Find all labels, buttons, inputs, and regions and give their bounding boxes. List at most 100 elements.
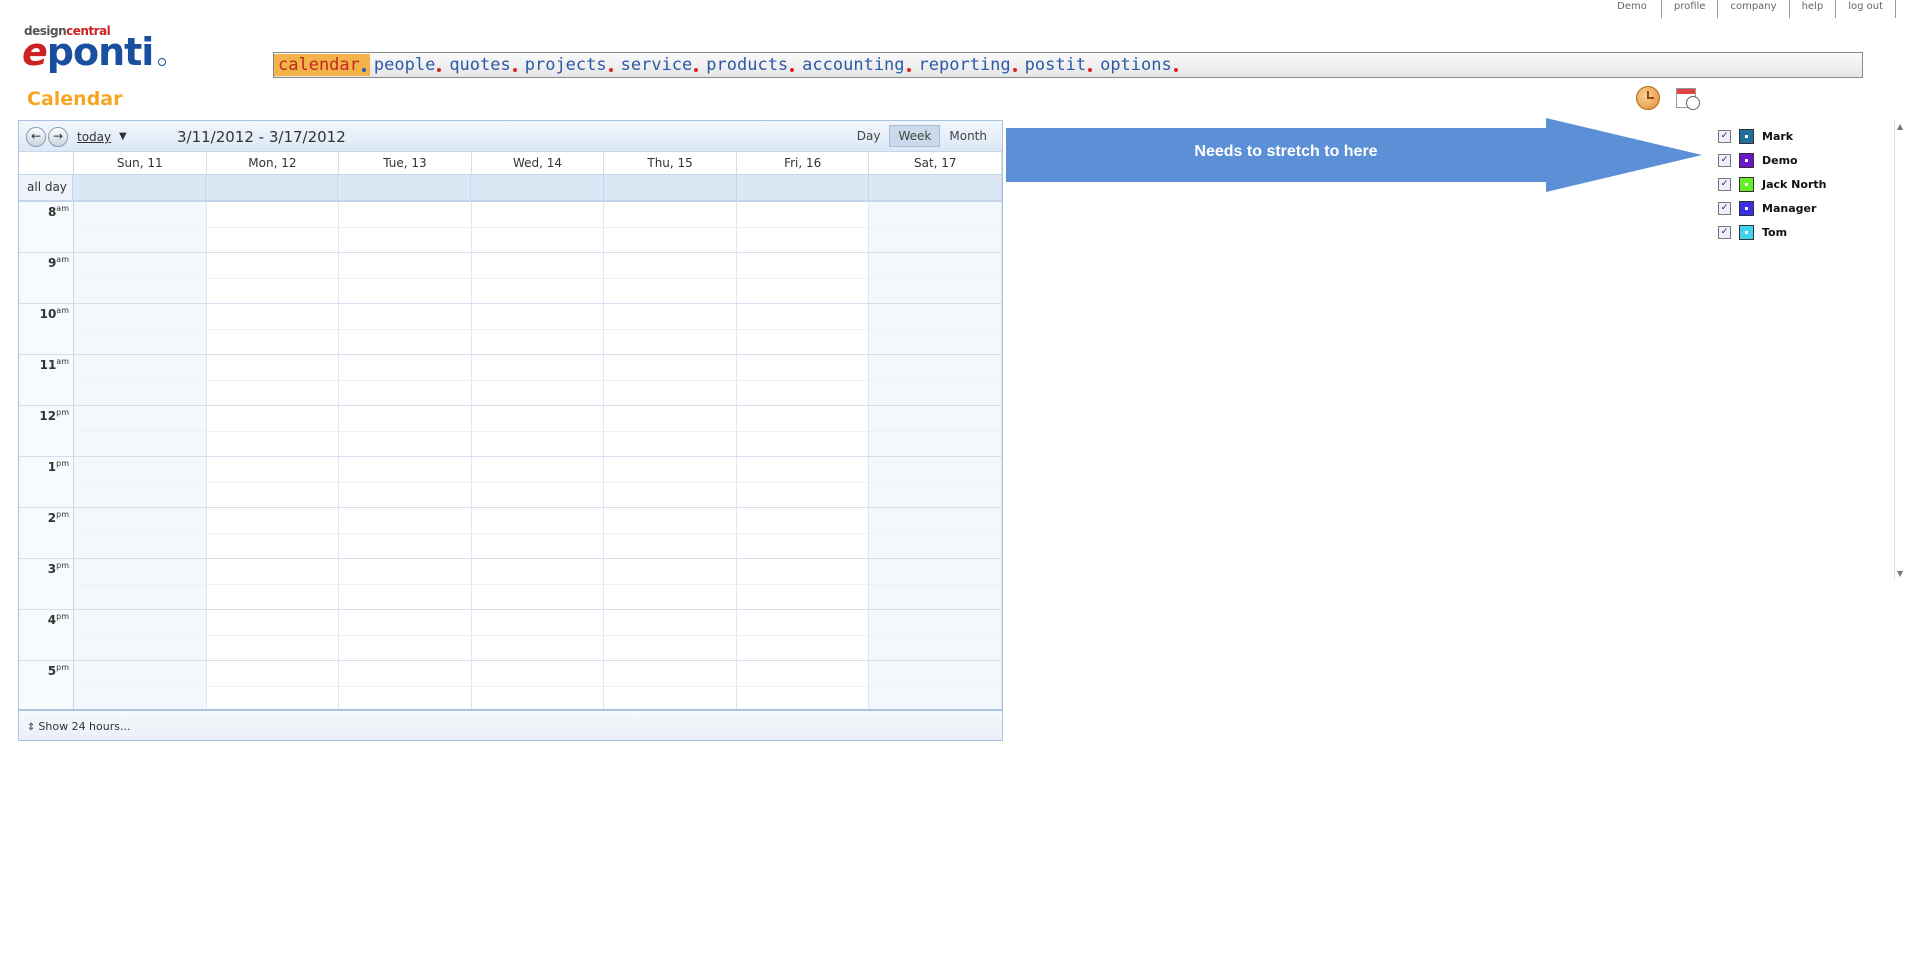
day-header[interactable]: Sat, 17 — [869, 152, 1003, 174]
time-slot-cell[interactable] — [339, 202, 472, 252]
nav-people[interactable]: people — [370, 54, 445, 76]
nav-reporting[interactable]: reporting — [915, 54, 1021, 76]
time-slot-cell[interactable] — [869, 610, 1003, 660]
all-day-cell[interactable] — [73, 175, 206, 200]
nav-service[interactable]: service — [617, 54, 703, 76]
prev-week-button[interactable]: ← — [26, 127, 46, 147]
user-color-swatch[interactable] — [1739, 176, 1754, 192]
time-slot-cell[interactable] — [736, 661, 870, 711]
top-link-logout[interactable]: log out — [1836, 0, 1896, 18]
top-link-help[interactable]: help — [1790, 0, 1837, 18]
next-week-button[interactable]: → — [48, 127, 68, 147]
time-slot-cell[interactable] — [736, 253, 870, 303]
time-slot-cell[interactable] — [471, 304, 605, 354]
time-slot-cell[interactable] — [339, 559, 472, 609]
nav-calendar[interactable]: calendar — [274, 54, 370, 76]
time-slot-cell[interactable] — [736, 508, 870, 558]
show-24-hours-link[interactable]: ⇕ Show 24 hours... — [27, 720, 130, 733]
time-slot-cell[interactable] — [604, 661, 737, 711]
nav-projects[interactable]: projects — [521, 54, 617, 76]
time-slot-cell[interactable] — [206, 508, 340, 558]
view-month-button[interactable]: Month — [940, 125, 996, 147]
time-slot-cell[interactable] — [206, 661, 340, 711]
time-slot-cell[interactable] — [736, 559, 870, 609]
time-slot-cell[interactable] — [471, 559, 605, 609]
time-slot-cell[interactable] — [74, 457, 207, 507]
page-scrollbar[interactable]: ▲ ▼ — [1894, 120, 1907, 580]
time-slot-cell[interactable] — [869, 508, 1003, 558]
time-slot-cell[interactable] — [471, 610, 605, 660]
time-slot-cell[interactable] — [74, 202, 207, 252]
user-checkbox[interactable]: ✓ — [1718, 225, 1731, 239]
user-checkbox[interactable]: ✓ — [1718, 177, 1731, 191]
user-checkbox[interactable]: ✓ — [1718, 201, 1731, 215]
time-slot-cell[interactable] — [736, 355, 870, 405]
time-slot-cell[interactable] — [869, 355, 1003, 405]
all-day-cell[interactable] — [737, 175, 870, 200]
all-day-cell[interactable] — [471, 175, 604, 200]
day-header[interactable]: Sun, 11 — [74, 152, 207, 174]
scroll-up-icon[interactable]: ▲ — [1897, 122, 1903, 131]
all-day-cell[interactable] — [206, 175, 339, 200]
time-slot-cell[interactable] — [74, 253, 207, 303]
time-slot-cell[interactable] — [206, 253, 340, 303]
day-header[interactable]: Tue, 13 — [339, 152, 472, 174]
time-slot-cell[interactable] — [471, 406, 605, 456]
top-link-company[interactable]: company — [1718, 0, 1790, 18]
time-slot-cell[interactable] — [736, 304, 870, 354]
time-slot-cell[interactable] — [471, 355, 605, 405]
time-slot-cell[interactable] — [339, 253, 472, 303]
scroll-down-icon[interactable]: ▼ — [1897, 569, 1903, 578]
time-slot-cell[interactable] — [869, 559, 1003, 609]
time-slot-cell[interactable] — [604, 559, 737, 609]
nav-quotes[interactable]: quotes — [445, 54, 520, 76]
time-slot-cell[interactable] — [206, 457, 340, 507]
today-button[interactable]: today — [77, 130, 111, 144]
time-slot-cell[interactable] — [471, 253, 605, 303]
time-slot-cell[interactable] — [869, 253, 1003, 303]
time-slot-cell[interactable] — [74, 406, 207, 456]
time-slot-cell[interactable] — [604, 457, 737, 507]
user-color-swatch[interactable] — [1739, 224, 1754, 240]
time-slot-cell[interactable] — [604, 304, 737, 354]
today-dropdown-icon[interactable]: ▼ — [119, 131, 127, 142]
nav-postit[interactable]: postit — [1021, 54, 1096, 76]
all-day-cell[interactable] — [338, 175, 472, 200]
clock-icon[interactable] — [1636, 86, 1660, 110]
time-slot-cell[interactable] — [604, 355, 737, 405]
time-slot-cell[interactable] — [74, 304, 207, 354]
time-slot-cell[interactable] — [471, 202, 605, 252]
time-slot-cell[interactable] — [736, 610, 870, 660]
time-slot-cell[interactable] — [604, 253, 737, 303]
view-day-button[interactable]: Day — [848, 125, 890, 147]
time-slot-cell[interactable] — [604, 508, 737, 558]
time-slot-cell[interactable] — [206, 202, 340, 252]
time-slot-cell[interactable] — [339, 661, 472, 711]
time-slot-cell[interactable] — [339, 457, 472, 507]
day-header[interactable]: Mon, 12 — [207, 152, 340, 174]
user-checkbox[interactable]: ✓ — [1718, 153, 1731, 167]
time-slot-cell[interactable] — [206, 559, 340, 609]
top-link-demo[interactable]: Demo — [1605, 0, 1662, 18]
time-slot-cell[interactable] — [869, 406, 1003, 456]
time-slot-cell[interactable] — [339, 610, 472, 660]
time-slot-cell[interactable] — [74, 610, 207, 660]
time-slot-cell[interactable] — [339, 508, 472, 558]
day-header[interactable]: Thu, 15 — [604, 152, 737, 174]
user-checkbox[interactable]: ✓ — [1718, 129, 1731, 143]
time-slot-cell[interactable] — [339, 304, 472, 354]
all-day-cell[interactable] — [869, 175, 1003, 200]
all-day-cell[interactable] — [604, 175, 737, 200]
time-slot-cell[interactable] — [206, 610, 340, 660]
time-slot-cell[interactable] — [471, 661, 605, 711]
nav-products[interactable]: products — [702, 54, 798, 76]
user-color-swatch[interactable] — [1739, 128, 1754, 144]
time-slot-cell[interactable] — [339, 406, 472, 456]
time-slot-cell[interactable] — [206, 355, 340, 405]
nav-options[interactable]: options — [1096, 54, 1182, 76]
time-slot-cell[interactable] — [74, 559, 207, 609]
eponti-logo[interactable]: designcentral eponti — [20, 24, 170, 74]
time-slot-cell[interactable] — [206, 304, 340, 354]
calendar-clock-icon[interactable] — [1676, 86, 1700, 110]
time-slot-cell[interactable] — [869, 304, 1003, 354]
